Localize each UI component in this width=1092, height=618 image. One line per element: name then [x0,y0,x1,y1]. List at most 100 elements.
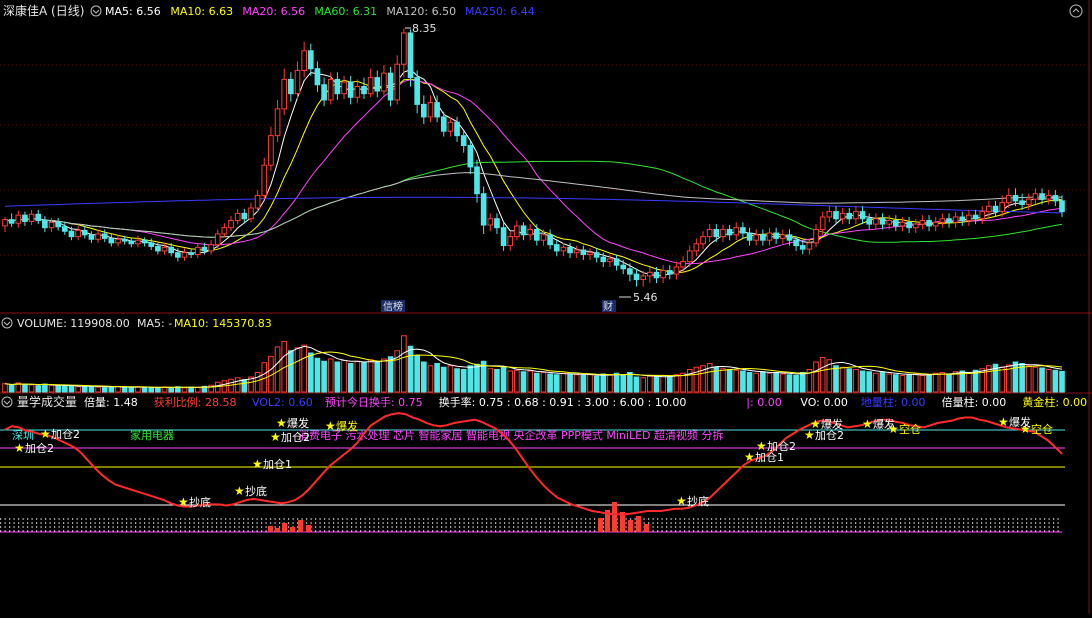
volume-bar [833,365,839,393]
candle-body [1052,195,1059,202]
event-marker-label[interactable]: 信榜 [383,300,403,313]
candle-body [919,220,926,225]
volume-bar [334,361,341,393]
candle-body [301,50,307,71]
ma-label: MA5: 6.56 [105,5,161,18]
signal: ★ 加仓1 [252,457,292,471]
chart-canvas[interactable]: 深康佳A (日线) MA5: 6.56 MA10: 6.63 MA20: 6.56 M… [0,0,1092,614]
candle-body [434,102,440,118]
candle-body [873,218,879,225]
volume-bar [414,355,420,393]
volume-bar [361,362,367,393]
candle-body [48,221,55,229]
indicator-stat: VO: 0.00 [800,396,848,409]
volume-bar [62,385,68,393]
candle-body [946,218,952,223]
candle-body [906,221,912,229]
candle-body [55,221,62,228]
signal-label: 空仓 [1031,422,1053,436]
candle-body [221,227,228,235]
candle-body [540,234,547,241]
candle-body [108,237,115,244]
signal: ★ 加仓2 [756,439,796,453]
candle-body [773,232,779,239]
volume-bar [347,363,354,393]
candle-body [514,225,520,238]
indicator-stat: 预计今日换手: 0.75 [325,395,423,409]
volume-bar [839,366,846,393]
volume-bar [793,375,799,393]
candle-body [620,264,627,270]
star-icon: ★ [1020,422,1031,436]
candle-body [706,228,713,238]
star-icon: ★ [325,419,336,433]
candle-body [208,244,214,252]
candle-body [966,214,972,222]
volume-bar [647,375,653,393]
volume-bar [341,360,347,393]
candle-body [932,221,939,227]
volume-bar [101,386,108,393]
volume-bar [467,365,474,393]
candle-body [587,252,593,255]
indicator-stat: VOL2: 0.60 [252,396,313,409]
candle-body [680,261,686,268]
event-marker-label[interactable]: 财 [603,300,613,313]
candle-body [95,233,101,240]
candle-body [766,232,773,241]
candle-body [939,218,946,223]
candle-body [573,249,580,254]
candle-body [148,242,155,247]
signal-label: 爆发 [287,416,309,430]
star-icon: ★ [744,450,755,464]
signal: ★ 抄底 [178,495,211,509]
volume-bar [627,372,633,393]
volume-bar [720,368,726,393]
volume-bar [946,373,952,393]
indicator-red-bar [290,527,295,532]
volume-bar [374,361,381,393]
candle-body [1039,193,1045,200]
volume-bar [234,377,241,393]
candle-body [979,211,986,220]
candle-body [327,78,334,101]
candle-body [899,221,906,227]
volume-bar [155,387,161,393]
candle-body [859,211,866,220]
candle-body [547,234,553,246]
star-icon: ★ [676,494,687,508]
volume-bar [866,371,873,393]
signal: ★ 爆发 [325,419,358,433]
candle-body [88,234,95,240]
star-icon: ★ [862,417,873,431]
candle-body [926,220,932,227]
volume-bar [1012,361,1019,393]
volume-bar [726,369,733,393]
star-icon: ★ [40,427,51,441]
candle-body [700,236,706,245]
volume-bar [912,373,919,393]
candle-body [75,229,81,238]
volume-bar [573,374,580,393]
volume-bar [1045,369,1052,393]
candle-body [806,242,813,250]
volume-bar [899,375,906,393]
star-icon: ★ [888,422,899,436]
volume-bar [846,368,853,393]
candle-body [959,216,966,222]
volume-bar [533,372,540,393]
candle-body [407,32,414,79]
volume-bar [434,363,440,393]
volume-bar [666,375,673,393]
candle-body [819,216,826,230]
candle-body [261,164,268,197]
candle-body [254,195,261,209]
volume-bar [288,350,294,393]
volume-bar [853,369,859,393]
candle-body [161,246,168,252]
candle-body [1045,195,1052,200]
volume-ma5: MA5: - [137,317,172,330]
candle-body [846,212,853,220]
candle-body [81,229,88,236]
volume-bar [892,374,899,393]
